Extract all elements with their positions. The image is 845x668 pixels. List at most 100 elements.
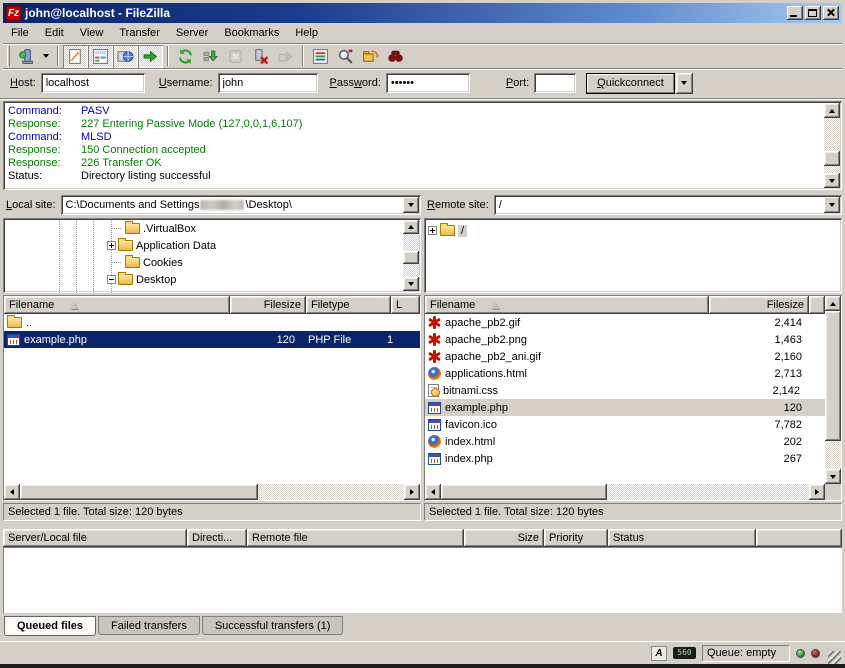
file-row[interactable]: index.html202: [425, 433, 825, 450]
column-header-status[interactable]: Status: [608, 529, 756, 547]
site-manager-button[interactable]: [14, 45, 39, 68]
scroll-right-icon[interactable]: [809, 484, 825, 500]
tab-failed-transfers[interactable]: Failed transfers: [98, 616, 200, 635]
scroll-up-icon[interactable]: [825, 296, 841, 311]
column-header-direction[interactable]: Directi...: [187, 529, 247, 547]
reconnect-button[interactable]: [273, 45, 298, 68]
tab-queued-files[interactable]: Queued files: [4, 616, 96, 636]
file-row[interactable]: favicon.ico7,782: [425, 416, 825, 433]
toggle-message-log-button[interactable]: [63, 45, 88, 68]
scroll-right-icon[interactable]: [404, 484, 420, 500]
scrollbar-thumb[interactable]: [824, 151, 840, 166]
log-line: Status:Directory listing successful: [8, 170, 820, 183]
scrollbar-thumb[interactable]: [441, 484, 607, 500]
directory-comparison-icon: [337, 48, 354, 65]
expand-plus-icon[interactable]: [428, 226, 437, 235]
file-row[interactable]: index.php267: [425, 450, 825, 467]
expand-plus-icon[interactable]: [107, 241, 116, 250]
file-row[interactable]: apache_pb2.gif2,414: [425, 314, 825, 331]
scroll-up-icon[interactable]: [403, 220, 419, 234]
tree-item-desktop[interactable]: Desktop: [3, 271, 421, 288]
scrollbar-thumb[interactable]: [403, 251, 419, 264]
speed-limit-badge-icon[interactable]: 560: [673, 647, 696, 659]
remote-path-combo[interactable]: /: [494, 195, 842, 215]
local-path-combo[interactable]: C:\Documents and Settings\Desktop\: [61, 195, 421, 215]
toggle-queue-button[interactable]: [138, 45, 163, 68]
file-row-selected[interactable]: example.php 120 PHP File 1: [4, 331, 420, 348]
file-row[interactable]: bitnami.css2,142: [425, 382, 825, 399]
tree-item-cookies[interactable]: Cookies: [3, 254, 421, 271]
title-bar[interactable]: Fz john@localhost - FileZilla: [3, 3, 842, 23]
column-header-filesize[interactable]: Filesize: [709, 296, 809, 314]
site-manager-dropdown-button[interactable]: [39, 45, 53, 68]
toggle-local-tree-button[interactable]: [88, 45, 113, 68]
host-input[interactable]: [41, 73, 145, 93]
menu-bookmarks[interactable]: Bookmarks: [216, 25, 287, 42]
column-header-filetype[interactable]: Filetype: [306, 296, 391, 314]
directory-comparison-button[interactable]: [333, 45, 358, 68]
local-hscrollbar[interactable]: [4, 484, 420, 500]
column-header-filename[interactable]: Filename: [425, 296, 709, 314]
tree-item-virtualbox[interactable]: .VirtualBox: [3, 220, 421, 237]
quickconnect-dropdown-button[interactable]: [676, 73, 693, 94]
scrollbar-thumb[interactable]: [20, 484, 258, 500]
message-log: Command:PASV Response:227 Entering Passi…: [3, 101, 842, 190]
image-file-icon: [428, 350, 441, 363]
tree-item-root[interactable]: /: [424, 222, 842, 239]
combo-dropdown-icon[interactable]: [824, 197, 840, 213]
remote-vscrollbar[interactable]: [825, 296, 841, 484]
username-input[interactable]: [218, 73, 318, 93]
menu-transfer[interactable]: Transfer: [111, 25, 168, 42]
remote-hscrollbar[interactable]: [425, 484, 825, 500]
column-header-size[interactable]: Size: [464, 529, 544, 547]
process-queue-button[interactable]: [198, 45, 223, 68]
file-row-selected[interactable]: example.php120: [425, 399, 825, 416]
menu-edit[interactable]: Edit: [37, 25, 72, 42]
combo-dropdown-icon[interactable]: [403, 197, 419, 213]
scroll-up-icon[interactable]: [824, 103, 840, 118]
minimize-button[interactable]: [787, 6, 803, 20]
find-files-button[interactable]: [383, 45, 408, 68]
cancel-button[interactable]: [223, 45, 248, 68]
log-line: Response:227 Entering Passive Mode (127,…: [8, 118, 820, 131]
maximize-button[interactable]: [805, 6, 821, 20]
column-header-priority[interactable]: Priority: [544, 529, 608, 547]
quickconnect-button[interactable]: Quickconnect: [586, 73, 675, 94]
queue-list[interactable]: [3, 547, 842, 613]
local-tree-scrollbar[interactable]: [403, 220, 419, 291]
refresh-button[interactable]: [173, 45, 198, 68]
column-header-filesize[interactable]: Filesize: [230, 296, 306, 314]
resize-grip[interactable]: [828, 651, 841, 664]
data-type-indicator-icon[interactable]: A: [651, 646, 667, 661]
column-header-last-modified[interactable]: L: [391, 296, 420, 314]
tree-item-application-data[interactable]: Application Data: [3, 237, 421, 254]
scroll-down-icon[interactable]: [403, 277, 419, 291]
password-input[interactable]: [386, 73, 470, 93]
menu-help[interactable]: Help: [287, 25, 326, 42]
toolbar-grip[interactable]: [7, 46, 10, 66]
close-button[interactable]: [823, 6, 839, 20]
collapse-minus-icon[interactable]: [107, 275, 116, 284]
file-row[interactable]: applications.html2,713: [425, 365, 825, 382]
port-input[interactable]: [534, 73, 576, 93]
tab-successful-transfers[interactable]: Successful transfers (1): [202, 616, 344, 635]
scroll-down-icon[interactable]: [824, 173, 840, 188]
disconnect-button[interactable]: [248, 45, 273, 68]
menu-view[interactable]: View: [72, 25, 112, 42]
column-header-server-local-file[interactable]: Server/Local file: [3, 529, 187, 547]
toggle-remote-tree-button[interactable]: [113, 45, 138, 68]
file-row[interactable]: apache_pb2.png1,463: [425, 331, 825, 348]
file-row[interactable]: apache_pb2_ani.gif2,160: [425, 348, 825, 365]
menu-server[interactable]: Server: [168, 25, 216, 42]
menu-file[interactable]: File: [3, 25, 37, 42]
file-row-parent[interactable]: ..: [4, 314, 420, 331]
scroll-left-icon[interactable]: [425, 484, 441, 500]
filter-button[interactable]: [308, 45, 333, 68]
log-scrollbar[interactable]: [824, 103, 840, 188]
column-header-filename[interactable]: Filename: [4, 296, 230, 314]
scrollbar-thumb[interactable]: [825, 311, 841, 441]
synchronized-browsing-button[interactable]: [358, 45, 383, 68]
scroll-left-icon[interactable]: [4, 484, 20, 500]
scroll-down-icon[interactable]: [825, 469, 841, 484]
column-header-remote-file[interactable]: Remote file: [247, 529, 464, 547]
